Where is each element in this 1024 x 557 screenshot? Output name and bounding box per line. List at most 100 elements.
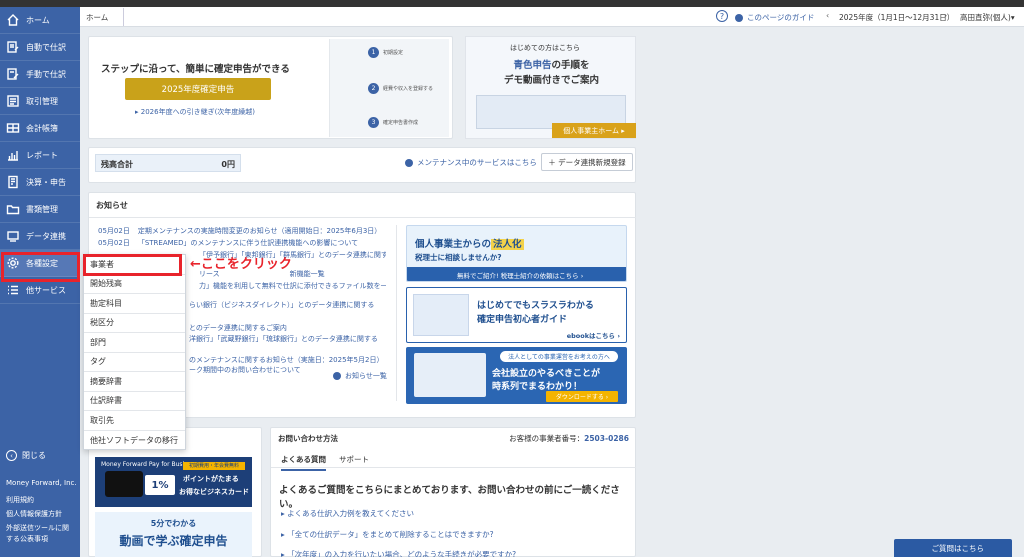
sidebar-item-label: 他サービス <box>26 285 66 295</box>
add-data-link-button[interactable]: ＋ データ連携新規登録 <box>541 153 633 171</box>
point-rate: 1% <box>145 475 175 495</box>
promo-tag: はじめての方はこちら <box>510 44 580 52</box>
news-item[interactable]: とのデータ連携に関するご案内 <box>189 323 386 333</box>
terms-link[interactable]: 利用規約 <box>6 495 34 505</box>
menu-item-memo-dictionary[interactable]: 摘要辞書 <box>84 372 185 392</box>
menu-item-opening-balance[interactable]: 開始残高 <box>84 275 185 294</box>
news-item[interactable]: のメンテナンスに関するお知らせ（実施日：2025年5月2日） <box>189 355 386 365</box>
sidebar-item-auto-journal[interactable]: 自動で仕訳 <box>0 34 80 61</box>
sidebar-item-closing[interactable]: 決算・申告 <box>0 169 80 196</box>
news-item[interactable]: ーク期間中のお問い合わせについて <box>189 365 329 375</box>
external-tools-link-2[interactable]: する公表事項 <box>6 534 48 544</box>
chat-button[interactable]: ご質問はこちら <box>894 539 1012 557</box>
sidebar-item-documents[interactable]: 書類管理 <box>0 196 80 223</box>
report-icon <box>6 148 20 162</box>
arrow-icon <box>405 158 413 167</box>
news-item[interactable]: 05月02日 「STREAMED」のメンテナンスに伴う仕訳連携機能への影響について <box>98 238 385 248</box>
menu-item-journal-dictionary[interactable]: 仕訳辞書 <box>84 392 185 411</box>
banner-subheading: 税理士に相談しませんか? <box>415 253 502 262</box>
tab-faq[interactable]: よくある質問 <box>281 454 326 471</box>
arrow-icon <box>333 372 341 380</box>
menu-item-migration[interactable]: 他社ソフトデータの移行 <box>84 431 185 451</box>
diagram-step: 1 初期設定 <box>368 47 403 58</box>
divider <box>396 225 397 401</box>
step-number: 3 <box>368 117 379 128</box>
breadcrumb-separator <box>116 8 124 26</box>
sidebar-item-home[interactable]: ホーム <box>0 7 80 34</box>
closing-icon <box>6 175 20 189</box>
privacy-link[interactable]: 個人情報保護方針 <box>6 509 62 519</box>
breadcrumb[interactable]: ホーム <box>86 12 108 23</box>
diagram-step: 2 経費や収入を登録する <box>368 83 433 94</box>
customer-number: お客様の事業者番号：2503-0286 <box>509 433 629 444</box>
sidebar-close-button[interactable]: ‹ 閉じる <box>6 450 46 461</box>
sidebar-item-report[interactable]: レポート <box>0 142 80 169</box>
news-item[interactable]: 洋銀行」「武蔵野銀行」「琉球銀行」とのデータ連携に関する <box>189 334 386 344</box>
help-icon[interactable]: ? <box>716 10 728 22</box>
menu-item-tax-category[interactable]: 税区分 <box>84 314 185 333</box>
sidebar-item-manual-journal[interactable]: 手動で仕訳 <box>0 61 80 88</box>
sidebar-item-label: レポート <box>26 150 58 160</box>
step-number: 1 <box>368 47 379 58</box>
news-text: 定期メンテナンスの実施時間変更のお知らせ（適用開始日：2025年6月3日） <box>137 227 382 235</box>
incorporation-banner[interactable]: 個人事業主からの 法人化 税理士に相談しませんか? 無料でご紹介! 税理士紹介の依… <box>406 225 627 282</box>
promo-line1-rest: の手順を <box>551 60 590 71</box>
folder-icon <box>6 202 20 216</box>
sidebar-item-label: 会計帳簿 <box>26 123 58 133</box>
faq-link[interactable]: ▸ よくある仕訳入力例を教えてください <box>281 508 414 519</box>
company-name: Money Forward, Inc. <box>6 479 77 487</box>
promo-line1: 青色申告の手順を <box>466 57 637 71</box>
news-item[interactable]: 力」機能を利用して無料で仕訳に添付できるファイル数を一 <box>199 281 386 291</box>
news-item[interactable]: らい銀行（ビジネスダイレクト）」とのデータ連携に関する <box>189 300 386 310</box>
video-banner[interactable]: 5分でわかる 動画で学ぶ確定申告 <box>95 512 252 557</box>
fiscal-year-next-button[interactable]: › <box>944 11 947 20</box>
click-here-annotation: ←ここをクリック <box>190 257 292 272</box>
user-menu[interactable]: 高田直弥(個人)▾ <box>960 12 1015 23</box>
sole-proprietor-home-button[interactable]: 個人事業主ホーム ▸ <box>552 123 636 138</box>
news-text: のメンテナンスに関するお知らせ（実施日：2025年5月2日） <box>189 356 384 364</box>
promo-line2: デモ動画付きでご案内 <box>503 75 599 86</box>
beginner-guide-banner[interactable]: はじめてでもスラスラわかる 確定申告初心者ガイド ebookはこちら › <box>406 287 627 343</box>
news-date: 05月02日 <box>98 227 130 235</box>
sidebar-item-ledger[interactable]: 会計帳簿 <box>0 115 80 142</box>
page-guide-link[interactable]: このページのガイド <box>735 12 814 23</box>
ledger-icon <box>6 121 20 135</box>
company-setup-banner[interactable]: 法人としての事業運営をお考えの方へ 会社設立のやるべきことが 時系列でまるわかり… <box>406 347 627 404</box>
carry-over-label: 2026年度への引き継ぎ(次年度繰越) <box>140 108 256 116</box>
sidebar-item-label: 決算・申告 <box>26 177 66 187</box>
menu-item-tag[interactable]: タグ <box>84 353 185 372</box>
business-card-banner[interactable]: Money Forward Pay for Business 1% 初期費用・年… <box>95 457 252 507</box>
download-button[interactable]: ダウンロードする › <box>546 391 618 402</box>
news-text: とのデータ連携に関するご案内 <box>189 324 287 332</box>
banner-subheading: 動画で学ぶ確定申告 <box>119 534 228 548</box>
data-link-icon <box>6 229 20 243</box>
blue-return-promo[interactable]: はじめての方はこちら 青色申告の手順を デモ動画付きでご案内 個人事業主ホーム … <box>465 36 636 139</box>
faq-link[interactable]: ▸ 「全ての仕訳データ」をまとめて削除することはできますか? <box>281 529 494 540</box>
banner-heading: 会社設立のやるべきことが <box>492 369 601 379</box>
sidebar-item-label: 自動で仕訳 <box>26 42 66 52</box>
fiscal-year-prev-button[interactable]: ‹ <box>826 11 829 20</box>
menu-item-partners[interactable]: 取引先 <box>84 411 185 431</box>
contact-tabs: よくある質問 サポート <box>271 450 636 471</box>
diagram-step: 3 確定申告書作成 <box>368 117 418 128</box>
news-text: ーク期間中のお問い合わせについて <box>189 366 301 374</box>
external-tools-link[interactable]: 外部送信ツールに関 <box>6 523 69 533</box>
customer-number-value: 2503-0286 <box>584 434 629 443</box>
tax-return-button[interactable]: 2025年度確定申告 <box>125 78 271 100</box>
news-item[interactable]: 05月02日 定期メンテナンスの実施時間変更のお知らせ（適用開始日：2025年6月… <box>98 226 385 236</box>
auto-journal-icon <box>6 40 20 54</box>
step-text: 経費や収入を登録する <box>383 86 434 92</box>
news-title: お知らせ <box>96 201 128 210</box>
faq-link[interactable]: ▸ 「次年度」の入力を行いたい場合、どのような手続きが必要ですか? <box>281 549 516 557</box>
carry-over-link[interactable]: ▸ 2026年度への引き継ぎ(次年度繰越) <box>135 107 255 117</box>
menu-item-accounts[interactable]: 勘定科目 <box>84 294 185 314</box>
tax-accountant-link[interactable]: 無料でご紹介! 税理士紹介の依頼はこちら › <box>407 267 626 281</box>
banner-pill: 法人としての事業運営をお考えの方へ <box>500 351 618 362</box>
menu-item-department[interactable]: 部門 <box>84 333 185 353</box>
maintenance-link[interactable]: メンテナンス中のサービスはこちら <box>405 157 537 168</box>
sidebar-item-data-link[interactable]: データ連携 <box>0 223 80 250</box>
sidebar-item-transactions[interactable]: 取引管理 <box>0 88 80 115</box>
news-list-link[interactable]: お知らせ一覧 <box>333 371 387 381</box>
tab-support[interactable]: サポート <box>339 454 369 465</box>
ebook-link[interactable]: ebookはこちら › <box>561 328 626 342</box>
